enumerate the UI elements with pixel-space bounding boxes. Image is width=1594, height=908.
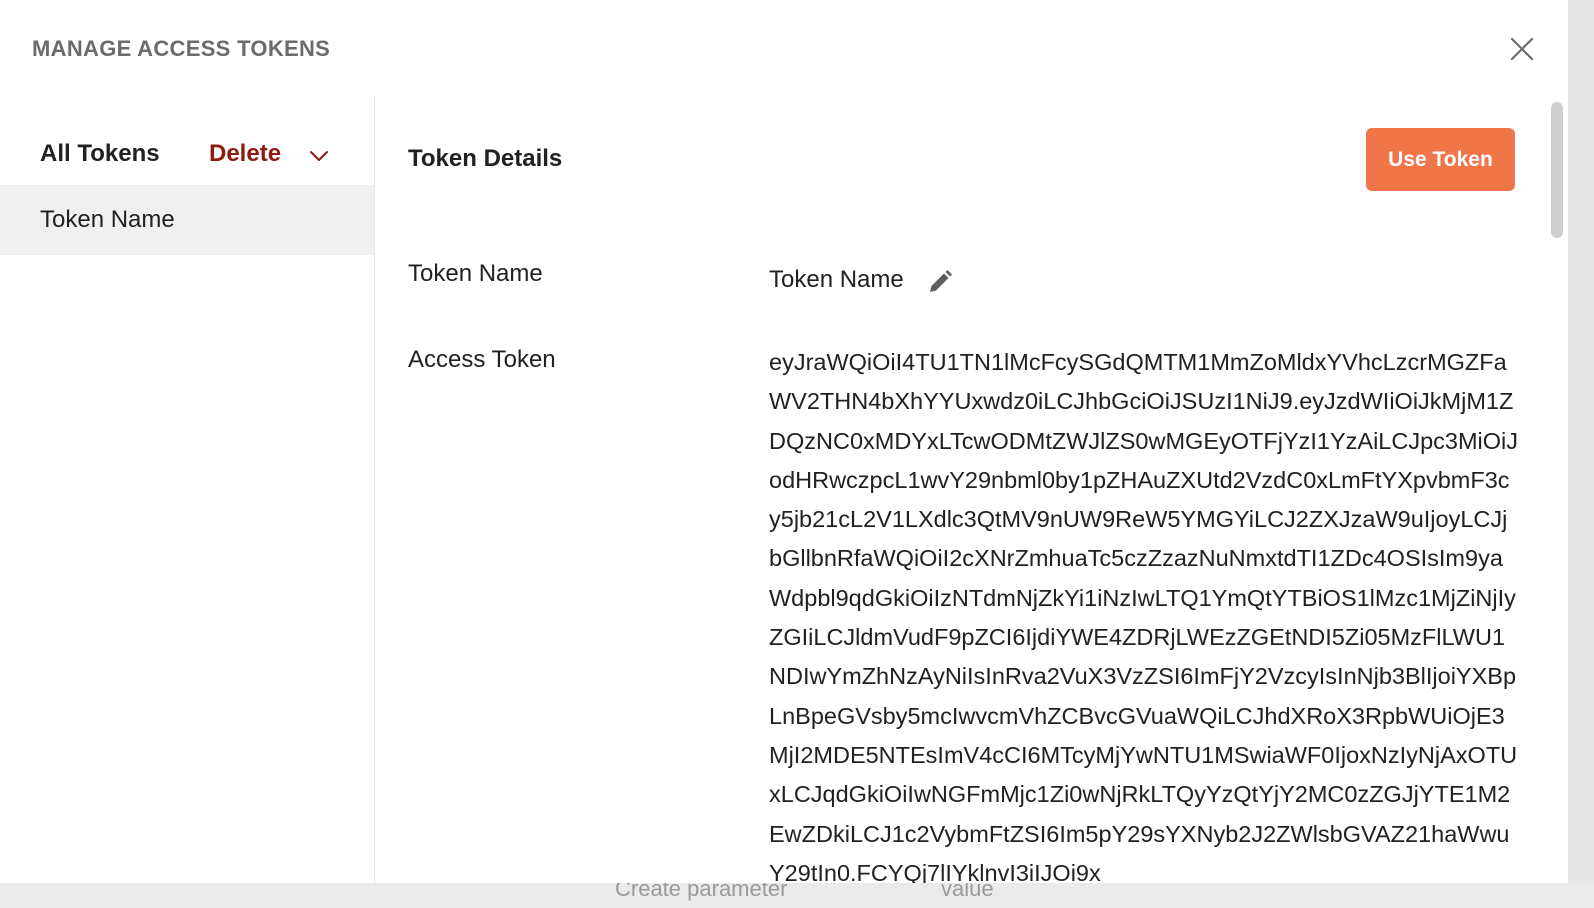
chevron-down-icon[interactable] bbox=[306, 146, 332, 166]
background-page: Create parameter value bbox=[0, 883, 1594, 908]
sidebar-item-token[interactable]: Token Name bbox=[0, 185, 374, 255]
delete-button[interactable]: Delete bbox=[209, 140, 281, 168]
token-name-label: Token Name bbox=[408, 260, 543, 287]
create-parameter-placeholder: Create parameter bbox=[615, 883, 788, 901]
token-details-panel: Token Details Use Token Token Name Token… bbox=[375, 96, 1550, 893]
sidebar-item-label: Token Name bbox=[40, 206, 175, 233]
modal-header: MANAGE ACCESS TOKENS bbox=[0, 0, 1568, 96]
sidebar-header: All Tokens Delete bbox=[0, 96, 374, 184]
access-token-label: Access Token bbox=[408, 346, 556, 373]
all-tokens-label: All Tokens bbox=[40, 140, 160, 167]
close-icon[interactable] bbox=[1506, 33, 1538, 65]
token-name-value: Token Name bbox=[769, 266, 904, 293]
value-placeholder: value bbox=[941, 883, 994, 901]
access-token-value: eyJraWQiOiI4TU1TN1lMcFcySGdQMTM1MmZoMldx… bbox=[769, 349, 1519, 886]
manage-access-tokens-modal: MANAGE ACCESS TOKENS All Tokens Delete T… bbox=[0, 0, 1568, 893]
token-details-title: Token Details bbox=[408, 145, 563, 172]
use-token-button[interactable]: Use Token bbox=[1366, 128, 1515, 191]
modal-title: MANAGE ACCESS TOKENS bbox=[32, 36, 331, 61]
scrollbar[interactable] bbox=[1551, 102, 1563, 238]
pencil-icon[interactable] bbox=[926, 268, 954, 296]
token-sidebar: All Tokens Delete Token Name bbox=[0, 96, 375, 893]
